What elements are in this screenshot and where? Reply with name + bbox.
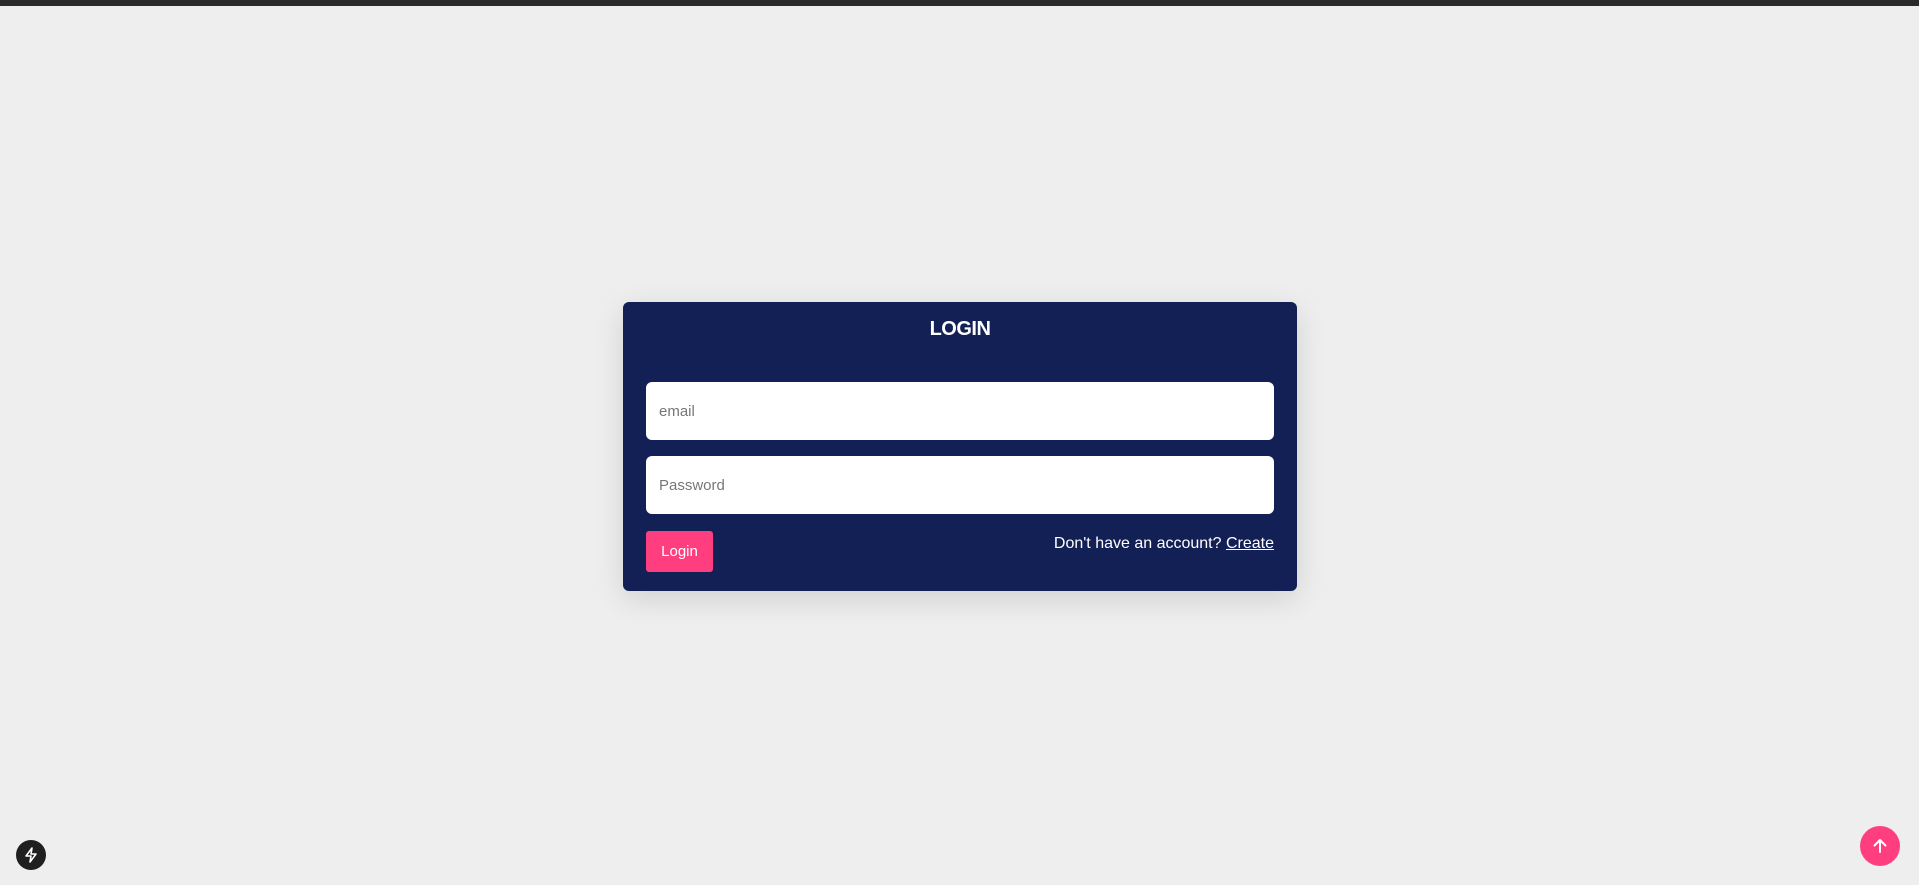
login-card: LOGIN Login Don't have an account? Creat… — [623, 302, 1297, 591]
scroll-to-top-button[interactable] — [1860, 826, 1900, 866]
top-bar — [0, 0, 1919, 6]
account-prompt-row: Don't have an account? Create — [1054, 535, 1274, 553]
create-account-link[interactable]: Create — [1226, 535, 1274, 552]
arrow-up-icon — [1873, 839, 1887, 853]
login-button[interactable]: Login — [646, 531, 713, 572]
login-title: LOGIN — [929, 318, 991, 340]
account-prompt-text: Don't have an account? — [1053, 535, 1222, 552]
password-field[interactable] — [646, 456, 1274, 514]
email-field[interactable] — [646, 382, 1274, 440]
lightning-bolt-icon[interactable] — [16, 840, 46, 870]
